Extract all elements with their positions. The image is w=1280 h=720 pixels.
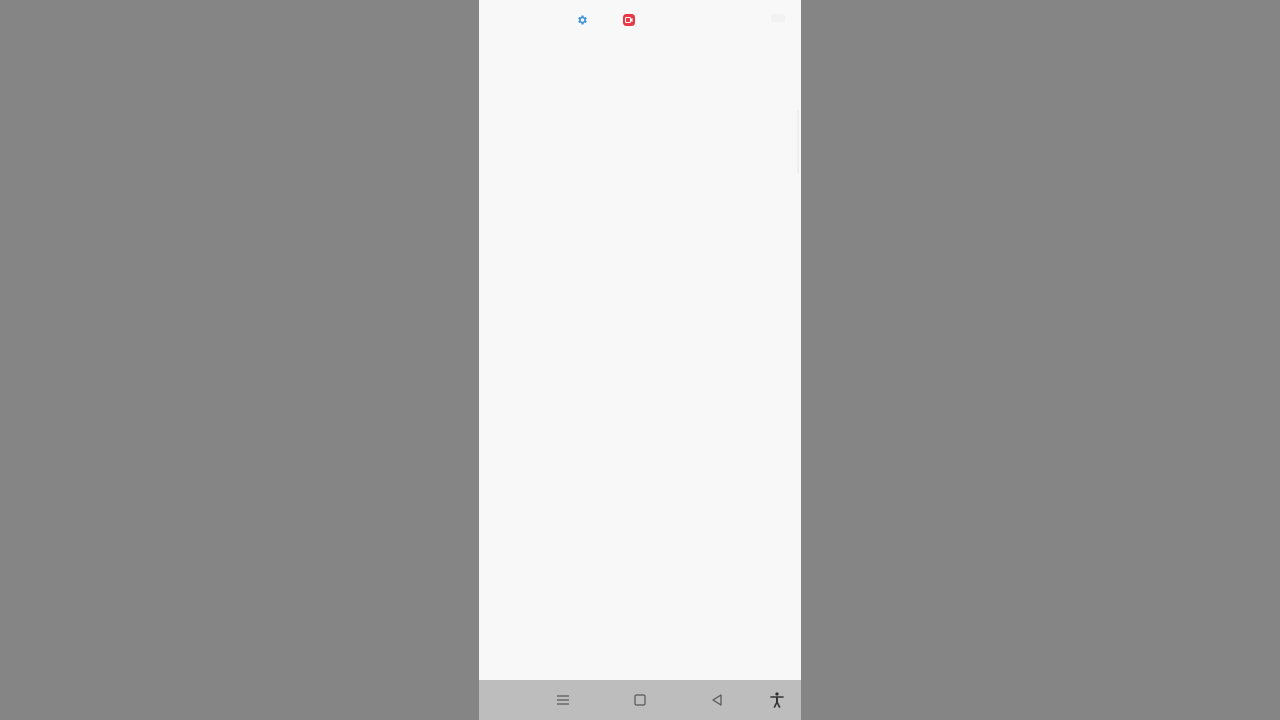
scrollbar[interactable] xyxy=(797,110,799,174)
menu-icon xyxy=(557,695,569,705)
accessibility-icon xyxy=(770,692,784,708)
menu-button[interactable] xyxy=(553,690,573,710)
home-icon xyxy=(634,694,646,706)
status-bar xyxy=(479,0,801,40)
back-button[interactable] xyxy=(707,690,727,710)
navigation-bar xyxy=(479,680,801,720)
battery-icon xyxy=(771,14,785,22)
phone-screen xyxy=(479,0,801,720)
home-button[interactable] xyxy=(630,690,650,710)
screen-record-icon xyxy=(623,14,635,26)
accessibility-button[interactable] xyxy=(767,690,787,710)
gear-icon xyxy=(578,15,587,25)
back-icon xyxy=(712,694,722,706)
blank-content-area xyxy=(479,40,801,680)
